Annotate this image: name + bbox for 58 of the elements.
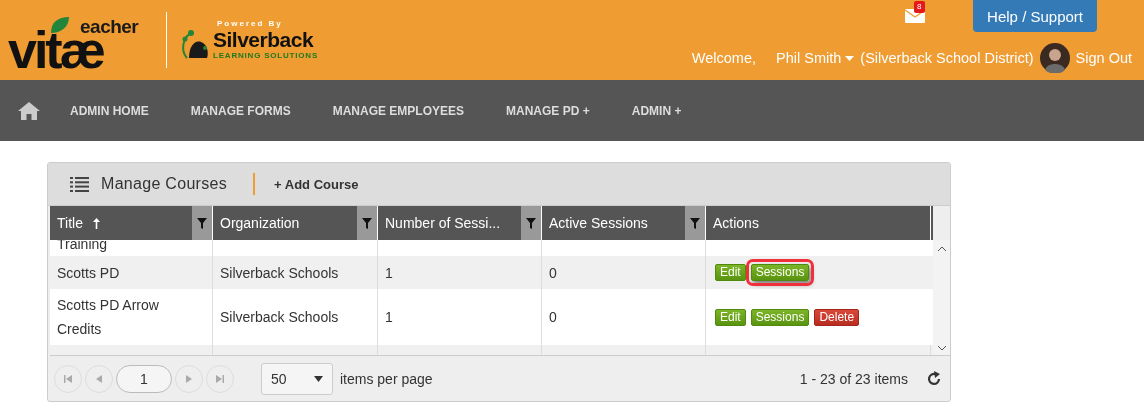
nav-item[interactable]: ADMIN + [631, 103, 682, 118]
items-summary: 1 - 23 of 23 items [799, 370, 908, 387]
last-page-icon [216, 374, 224, 383]
filter-icon [362, 217, 372, 229]
table-cell-text: Silverback Schools [220, 308, 339, 327]
table-cell-text: Silverback Schools [220, 263, 339, 283]
items-per-page-label: items per page [340, 370, 433, 387]
notification-badge: 8 [914, 1, 925, 13]
filter-button[interactable] [521, 206, 541, 240]
table-cell-text: 0 [549, 263, 557, 283]
page-number[interactable]: 1 [116, 364, 172, 393]
home-icon[interactable] [18, 101, 40, 120]
add-course-button[interactable]: + Add Course [274, 176, 359, 192]
scrollbar[interactable] [933, 240, 950, 355]
nav-item[interactable]: MANAGE FORMS [190, 103, 291, 118]
avatar-icon [1039, 43, 1070, 73]
scroll-up-icon [937, 246, 946, 251]
first-page-icon [64, 374, 72, 383]
table-cell-text: 1 [385, 308, 393, 327]
scroll-down-icon [937, 346, 946, 351]
filter-icon [197, 217, 207, 229]
filter-button[interactable] [685, 206, 705, 240]
welcome-text: Welcome, [691, 50, 757, 66]
previous-page-icon [95, 374, 103, 383]
nav-item[interactable]: ADMIN HOME [70, 103, 149, 118]
column-header[interactable]: Actions [706, 215, 759, 231]
filter-icon [526, 217, 536, 229]
nav-item[interactable]: MANAGE EMPLOYEES [332, 103, 465, 118]
table-cell-text: Scotts PD Arrow Credits [57, 296, 160, 339]
sort-arrow-icon [92, 217, 100, 229]
district-text: (Silverback School District) [860, 50, 1034, 66]
column-header[interactable]: Active Sessions [542, 215, 648, 231]
edit-button[interactable]: Edit [715, 264, 746, 281]
page-size-dropdown[interactable]: 50 [261, 362, 333, 395]
refresh-icon[interactable] [926, 370, 942, 387]
nav-item[interactable]: MANAGE PD + [506, 103, 590, 118]
table-cell-text: 1 [385, 263, 393, 283]
filter-button[interactable] [192, 206, 212, 240]
filter-button[interactable] [357, 206, 377, 240]
column-header[interactable]: Number of Sessi... [378, 215, 501, 231]
list-icon [70, 176, 89, 192]
column-header[interactable]: Organization [213, 215, 300, 231]
partner-tagline: LEARNING SOLUTIONS [213, 51, 319, 60]
column-header[interactable]: Title [50, 215, 100, 231]
help-support-button[interactable]: Help / Support [973, 0, 1097, 32]
edit-button[interactable]: Edit [715, 308, 746, 326]
sessions-button[interactable]: Sessions [750, 308, 810, 326]
partner-name: Silverback [213, 29, 315, 51]
powered-by-text: Powered By [217, 18, 283, 28]
caret-icon [314, 375, 323, 382]
table-cell-text: Scotts PD [57, 263, 120, 283]
mail-button[interactable]: 8 [905, 0, 926, 23]
caret-icon [845, 55, 855, 61]
next-page-icon [185, 374, 193, 383]
panel-title: Manage Courses [101, 175, 228, 193]
delete-button[interactable]: Delete [814, 308, 860, 326]
filter-icon [690, 217, 700, 229]
table-cell-text: 0 [549, 308, 557, 327]
